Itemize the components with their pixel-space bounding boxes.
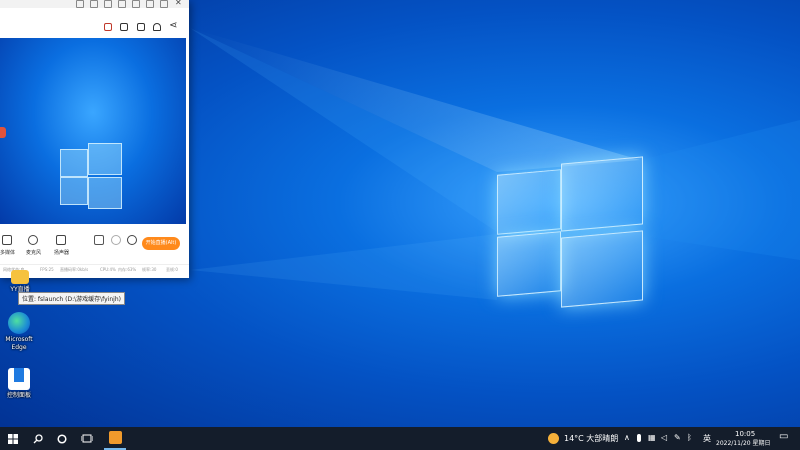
restore-icon[interactable] (90, 0, 98, 8)
microphone-label: 麦克风 (26, 250, 42, 256)
status-item: FPS:25 (40, 267, 54, 272)
record-icon[interactable] (111, 235, 121, 245)
media-label: 多媒体 (0, 250, 16, 256)
start-button[interactable] (0, 427, 26, 450)
cortana-button[interactable] (51, 427, 73, 450)
windows-start-icon (8, 433, 18, 444)
desktop-tooltip: 位置: fslaunch (D:\游戏缓存\fyinjh) (18, 292, 125, 305)
status-item: 直播码率:0kb/s (60, 267, 89, 272)
bell-icon[interactable] (153, 23, 161, 31)
status-item: CPU:4% (100, 267, 116, 272)
window-titlebar[interactable]: ✕ (0, 0, 189, 8)
fullscreen-icon[interactable] (160, 0, 168, 8)
side-tab-marker[interactable] (0, 127, 6, 138)
status-item: 丢帧:0 (166, 267, 178, 272)
window-icon[interactable] (104, 0, 112, 8)
gear-icon[interactable] (127, 235, 137, 245)
search-icon (33, 433, 43, 443)
clock-date[interactable]: 2022/11/20 星期日 (716, 439, 771, 449)
cortana-icon (57, 433, 67, 444)
network-icon[interactable]: ▦ (648, 433, 656, 443)
desktop-icon-edge[interactable]: Microsoft Edge (0, 312, 41, 352)
weather-icon[interactable] (548, 433, 559, 444)
taskbar: 14°C 大部晴朗 ∧ ▦ ◁ ✎ ᛒ 英 10:05 2022/11/20 星… (0, 427, 800, 450)
maximize-icon[interactable] (146, 0, 154, 8)
weather-text[interactable]: 14°C 大部晴朗 (564, 434, 618, 444)
settings-icon[interactable] (118, 0, 126, 8)
ime-indicator[interactable]: 英 (703, 434, 711, 444)
desktop-icon-label: Microsoft Edge (5, 336, 33, 351)
speaker-icon[interactable] (56, 235, 66, 245)
desktop-icon-control-panel[interactable]: 控制面板 (0, 365, 41, 400)
stream-preview[interactable] (0, 38, 186, 224)
search-button[interactable] (27, 427, 49, 450)
share-icon[interactable]: ⋖ (169, 20, 177, 31)
menu-icon[interactable] (132, 0, 140, 8)
preview-windows-logo (60, 143, 122, 209)
desktop-icon-yy[interactable]: YY直播 (0, 270, 42, 294)
task-view-button[interactable] (76, 427, 98, 450)
close-icon[interactable]: ✕ (175, 0, 182, 7)
app-toolbar: ⋖ (0, 8, 189, 38)
microphone-tray-icon[interactable] (637, 434, 641, 442)
pen-icon[interactable]: ✎ (674, 433, 681, 443)
yy-app-icon (11, 270, 29, 284)
desktop-icon-label: 控制面板 (6, 392, 31, 399)
camera-icon[interactable] (94, 235, 104, 245)
clock-time[interactable]: 10:05 (735, 429, 755, 439)
lock-icon[interactable] (120, 23, 128, 31)
start-live-button[interactable]: 开始直播(Alt) (142, 237, 180, 250)
media-icon[interactable] (2, 235, 12, 245)
microphone-icon[interactable] (28, 235, 38, 245)
windows-logo-wallpaper (497, 156, 643, 308)
control-panel-icon (8, 368, 30, 390)
notification-icon[interactable]: ▭ (779, 432, 788, 442)
volume-icon[interactable]: ◁ (661, 433, 667, 443)
streaming-app-window[interactable]: ✕ ⋖ 多媒体 麦克风 扬声器 开始直播(Alt) 网络状态:良 FPS:25 … (0, 0, 189, 278)
status-item: 帧率:30 (142, 267, 157, 272)
status-item: 内存:63% (118, 267, 137, 272)
bluetooth-icon[interactable]: ᛒ (687, 433, 692, 443)
taskbar-app-yy[interactable] (104, 427, 126, 450)
task-view-icon (81, 434, 93, 442)
shop-icon[interactable] (137, 23, 145, 31)
yy-app-icon (108, 431, 122, 444)
minimize-icon[interactable] (76, 0, 84, 8)
chevron-up-icon[interactable]: ∧ (624, 433, 630, 443)
edge-icon (8, 312, 30, 334)
gift-icon[interactable] (104, 23, 112, 31)
speaker-label: 扬声器 (54, 250, 70, 256)
